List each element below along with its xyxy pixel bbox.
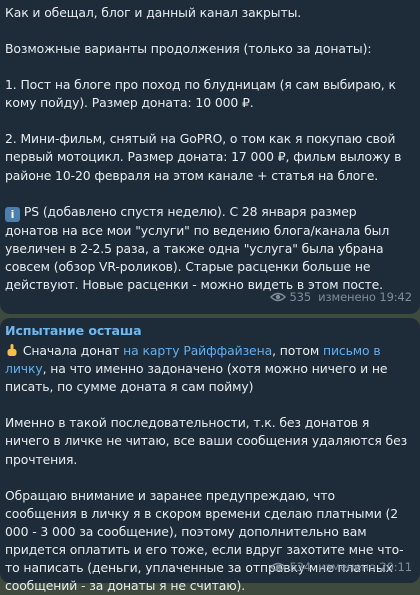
eye-icon: [270, 562, 287, 572]
post-paragraph: Сначала донат на карту Райффайзена, пото…: [5, 342, 410, 396]
post-text: , потом: [272, 343, 323, 359]
post-text: Сначала донат: [22, 343, 124, 359]
post-paragraph: Возможные варианты продолжения (только з…: [5, 41, 372, 57]
channel-post-1: Как и обещал, блог и данный канал закрыт…: [0, 0, 420, 314]
pointing-hand-icon: [7, 344, 17, 357]
views-count: 534: [289, 559, 312, 574]
views-count: 535: [289, 289, 312, 304]
post-meta: 534 изменено 20:11: [270, 558, 412, 576]
post-paragraph: Как и обещал, блог и данный канал закрыт…: [5, 5, 302, 20]
channel-post-2: Испытание осташа Сначала донат на карту …: [0, 318, 420, 593]
post-meta: 535 изменено 19:42: [270, 288, 412, 306]
post-paragraph: 1. Пост на блоге про поход по блудницам …: [5, 77, 396, 111]
post-paragraph: Именно в такой последовательности, т.к. …: [5, 415, 408, 467]
post-text: , на что именно задоначено (хотя можно н…: [5, 361, 388, 395]
information-icon: i: [5, 206, 20, 222]
post-paragraph: Обращаю внимание и заранее предупреждаю,…: [5, 487, 404, 594]
edited-timestamp: изменено 20:11: [318, 559, 412, 574]
raiffeisen-card-link[interactable]: на карту Райффайзена: [123, 343, 272, 358]
post-paragraph: 2. Мини-фильм, снятый на GoPRO, о том ка…: [5, 131, 402, 183]
post-paragraph: i PS (добавлено спустя неделю). С 28 янв…: [5, 203, 410, 294]
post-ps-text: PS (добавлено спустя неделю). С 28 январ…: [5, 203, 390, 292]
sender-name[interactable]: Испытание осташа: [5, 322, 410, 340]
eye-icon: [270, 292, 287, 302]
edited-timestamp: изменено 19:42: [318, 289, 412, 304]
